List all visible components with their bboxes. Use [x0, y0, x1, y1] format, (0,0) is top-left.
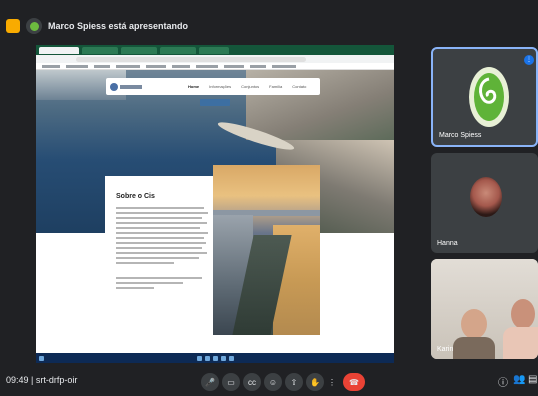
about-card: Sobre o Cis: [105, 176, 216, 326]
presenter-avatar: [26, 18, 42, 34]
meeting-info: 09:49 | srt-drfp-oir: [6, 375, 77, 385]
presenting-text: Marco Spiess está apresentando: [48, 21, 189, 31]
info-icon[interactable]: ⓘ: [498, 374, 508, 389]
separator: |: [31, 375, 34, 385]
bookmarks-bar: [36, 63, 394, 70]
present-icon[interactable]: ⇧: [285, 373, 303, 391]
meeting-code: srt-drfp-oir: [35, 375, 78, 385]
nav-link-contact[interactable]: Contato: [292, 84, 306, 89]
avatar: [470, 177, 502, 217]
browser-address-bar: [36, 55, 394, 63]
url-field[interactable]: [76, 56, 306, 62]
emoji-icon[interactable]: ☺: [264, 373, 282, 391]
browser-tab[interactable]: [160, 46, 196, 54]
more-icon[interactable]: ⋮: [327, 373, 337, 391]
taskbar-app-icon[interactable]: [197, 355, 202, 361]
nav-link-info[interactable]: Informações: [209, 84, 231, 89]
website-nav: Home Informações Conjuntos Família Conta…: [106, 78, 320, 95]
start-icon[interactable]: [39, 355, 44, 361]
taskbar-app-icon[interactable]: [213, 355, 218, 361]
taskbar-app-icon[interactable]: [229, 355, 234, 361]
avatar: [469, 65, 509, 129]
browser-tab[interactable]: [121, 46, 157, 54]
participant-tile[interactable]: ⋮ Marco Spiess: [431, 47, 538, 147]
shared-screen: Home Informações Conjuntos Família Conta…: [36, 45, 394, 363]
site-logo[interactable]: [110, 82, 144, 92]
nav-link-home[interactable]: Home: [188, 84, 199, 89]
browser-tab[interactable]: [199, 46, 229, 54]
participant-tile[interactable]: Hanna: [431, 153, 538, 253]
nav-link-family[interactable]: Família: [269, 84, 282, 89]
hero-button[interactable]: [200, 99, 230, 106]
raise-hand-icon[interactable]: ✋: [306, 373, 324, 391]
city-photo: [213, 165, 320, 335]
taskbar-app-icon[interactable]: [221, 355, 226, 361]
participant-tile[interactable]: Karin: [431, 259, 538, 359]
participant-name: Karin: [437, 346, 454, 353]
section-title: Sobre o Cis: [116, 193, 155, 200]
windows-taskbar: [36, 353, 394, 363]
captions-icon[interactable]: cc: [243, 373, 261, 391]
browser-tab[interactable]: [82, 46, 118, 54]
camera-icon[interactable]: ▭: [222, 373, 240, 391]
mic-icon[interactable]: 🎤: [201, 373, 219, 391]
participant-name: Hanna: [437, 240, 458, 247]
more-options-icon[interactable]: ⋮: [524, 55, 534, 65]
browser-tab[interactable]: [39, 46, 79, 54]
presentation-icon: [6, 19, 20, 33]
participant-name: Marco Spiess: [439, 132, 482, 139]
meeting-controls-bar: 09:49 | srt-drfp-oir 🎤 ▭ cc ☺ ⇧ ✋ ⋮ ☎ ⓘ …: [0, 368, 538, 396]
taskbar-app-icon[interactable]: [205, 355, 210, 361]
nav-link-sets[interactable]: Conjuntos: [241, 84, 259, 89]
browser-tab-bar: [36, 45, 394, 55]
body-text: [116, 207, 212, 292]
chat-icon[interactable]: ▤: [528, 374, 537, 385]
people-icon[interactable]: 👥: [513, 374, 525, 385]
end-call-icon[interactable]: ☎: [343, 373, 365, 391]
clock-time: 09:49: [6, 375, 29, 385]
presenting-banner: Marco Spiess está apresentando: [6, 14, 276, 38]
top-bar: Marco Spiess está apresentando: [0, 0, 538, 38]
